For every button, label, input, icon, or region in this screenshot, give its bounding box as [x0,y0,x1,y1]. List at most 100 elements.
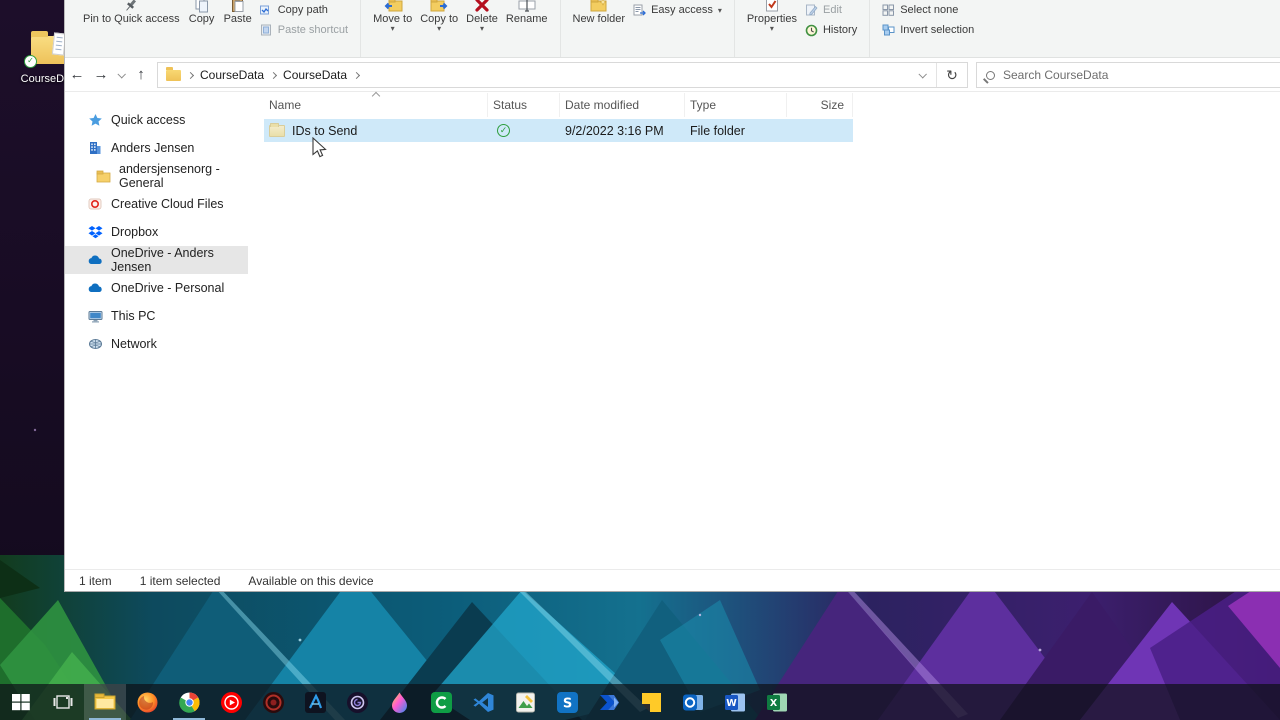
taskbar-icon-camtasia[interactable] [420,684,462,720]
easy-access-button[interactable]: Easy access ▾ [630,2,725,18]
sidebar-item-andersjensenorg-general[interactable]: andersjensenorg - General [65,162,248,190]
task-view-icon [53,695,73,709]
breadcrumb-bar[interactable]: CourseData CourseData ↻ [157,62,968,88]
address-dropdown-button[interactable] [908,63,936,87]
sidebar-item-creative-cloud-files[interactable]: Creative Cloud Files [65,190,248,218]
move-to-button[interactable]: Move to ▾ [370,0,415,33]
item-count: 1 item [79,573,112,588]
copy-button[interactable]: Copy [185,0,219,25]
button-label: Paste [223,13,252,25]
recent-locations-button[interactable] [113,63,129,87]
sidebar-item-dropbox[interactable]: Dropbox [65,218,248,246]
ring-logo-app-icon [346,691,368,713]
taskbar-icon-outlook[interactable] [672,684,714,720]
breadcrumb-segment[interactable]: CourseData [283,68,347,82]
ribbon: Pin to Quick access Copy Paste Copy path… [65,0,1280,58]
pin-to-quick-access-button[interactable]: Pin to Quick access [80,0,183,25]
properties-button[interactable]: Properties ▾ [744,0,800,33]
synced-check-icon [497,124,510,137]
file-type-cell: File folder [690,123,745,138]
file-row-ids-to-send[interactable]: IDs to Send 9/2/2022 3:16 PM File folder [264,119,853,142]
button-label: Paste shortcut [277,24,349,36]
taskbar-icon-graphics-app[interactable] [294,684,336,720]
edit-button[interactable]: Edit [802,2,860,18]
file-status-cell [488,119,560,142]
column-header-status[interactable]: Status [488,93,560,117]
file-explorer-window: Pin to Quick access Copy Paste Copy path… [64,0,1280,592]
back-button[interactable]: ← [65,63,89,87]
taskbar-icon-chrome[interactable] [168,684,210,720]
new-folder-icon [590,0,608,13]
column-header-date-modified[interactable]: Date modified [560,93,685,117]
invert-selection-icon [882,24,895,36]
button-label: New folder [572,13,626,25]
address-bar: ← → ↑ CourseData CourseData ↻ [65,58,1280,92]
select-none-button[interactable]: Select none [879,2,977,18]
taskbar: S W X [0,684,1280,720]
forward-button[interactable]: → [89,63,113,87]
snagit-icon: S [556,691,578,713]
select-none-icon [882,4,895,16]
onedrive-cloud-icon [87,280,103,296]
taskbar-icon-vscode[interactable] [462,684,504,720]
sidebar-item-onedrive-personal[interactable]: OneDrive - Personal [65,274,248,302]
taskbar-icon-media-doc-app[interactable] [504,684,546,720]
paste-shortcut-button[interactable]: Paste shortcut [257,22,351,38]
delete-button[interactable]: Delete ▾ [463,0,501,33]
sidebar-item-label: Dropbox [111,225,159,239]
taskbar-icon-file-explorer[interactable] [84,684,126,720]
taskbar-icon-youtube-music[interactable] [210,684,252,720]
search-input[interactable] [1003,68,1223,82]
invert-selection-button[interactable]: Invert selection [879,22,977,38]
dropdown-caret: ▾ [769,24,774,33]
column-label: Date modified [565,98,640,112]
breadcrumb-segment[interactable]: CourseData [200,68,264,82]
file-explorer-icon [94,693,116,710]
copy-path-button[interactable]: Copy path [257,2,351,18]
button-label: Copy path [277,4,328,16]
taskbar-icon-firefox[interactable] [126,684,168,720]
taskbar-icon-paint-drop-app[interactable] [378,684,420,720]
column-label: Type [690,98,717,112]
taskbar-icon-sticky-notes[interactable] [630,684,672,720]
chrome-icon [178,691,200,713]
copy-icon [194,0,210,13]
column-header-size[interactable]: Size [787,93,853,117]
paste-button[interactable]: Paste [221,0,255,25]
column-header-type[interactable]: Type [685,93,787,117]
new-folder-button[interactable]: New folder [570,0,629,25]
copy-to-button[interactable]: Copy to ▾ [417,0,461,33]
dropbox-icon [87,224,103,240]
breadcrumb: CourseData CourseData [158,66,908,82]
search-box[interactable] [976,62,1280,88]
sidebar-item-anders-jensen[interactable]: Anders Jensen [65,134,248,162]
taskbar-icon-excel[interactable]: X [756,684,798,720]
rename-button[interactable]: Rename [503,0,551,25]
pin-icon [123,0,139,13]
sidebar-item-quick-access[interactable]: Quick access [65,106,248,134]
paste-shortcut-icon [260,24,271,36]
column-header-name[interactable]: Name [264,91,488,117]
main-area: Quick access Anders Jensen andersjenseno… [65,91,1280,569]
sidebar-item-onedrive-anders-jensen[interactable]: OneDrive - Anders Jensen [65,246,248,274]
up-button[interactable]: ↑ [129,63,153,87]
navigation-pane: Quick access Anders Jensen andersjenseno… [65,93,248,569]
outlook-icon [682,694,703,710]
recorder-app-icon [262,691,284,713]
sidebar-item-this-pc[interactable]: This PC [65,302,248,330]
properties-icon [764,0,780,13]
task-view-button[interactable] [42,684,84,720]
sidebar-item-network[interactable]: Network [65,330,248,358]
taskbar-icon-ring-logo-app[interactable] [336,684,378,720]
refresh-button[interactable]: ↻ [937,63,967,87]
start-button[interactable] [0,684,42,720]
taskbar-icon-snagit[interactable]: S [546,684,588,720]
taskbar-icon-recorder-app[interactable] [252,684,294,720]
copy-to-icon [429,0,449,13]
select-small-buttons: Select none Invert selection [879,0,977,38]
chevron-down-icon [918,70,927,79]
taskbar-icon-power-automate[interactable] [588,684,630,720]
history-button[interactable]: History [802,22,860,38]
taskbar-icon-word[interactable]: W [714,684,756,720]
search-icon [986,70,995,80]
